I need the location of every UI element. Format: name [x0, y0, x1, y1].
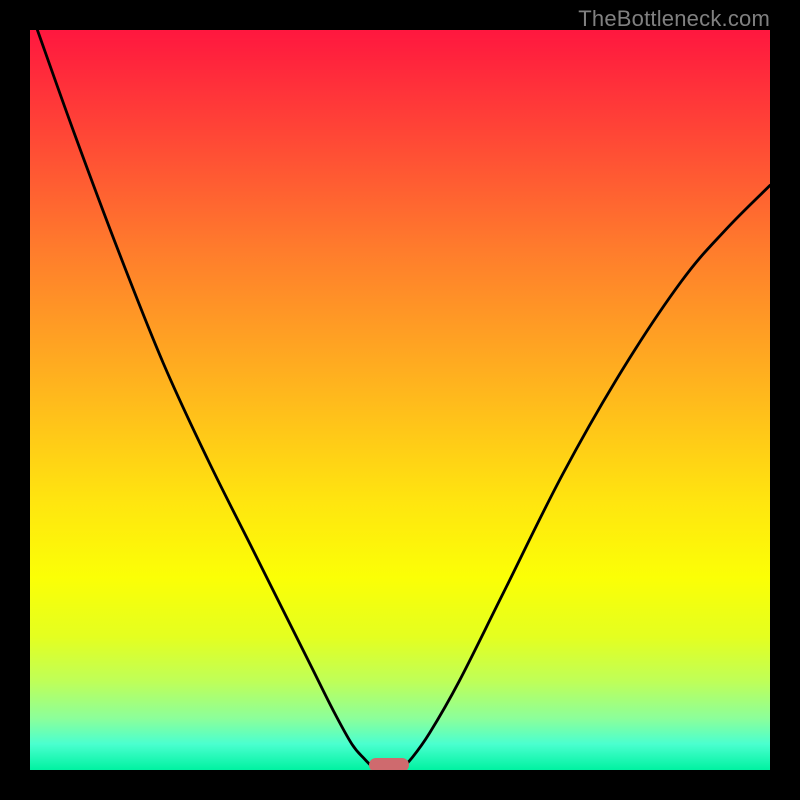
- chart-frame: TheBottleneck.com: [0, 0, 800, 800]
- watermark-text: TheBottleneck.com: [578, 6, 770, 32]
- bottleneck-marker: [369, 758, 409, 770]
- plot-area: [30, 30, 770, 770]
- background-gradient: [30, 30, 770, 770]
